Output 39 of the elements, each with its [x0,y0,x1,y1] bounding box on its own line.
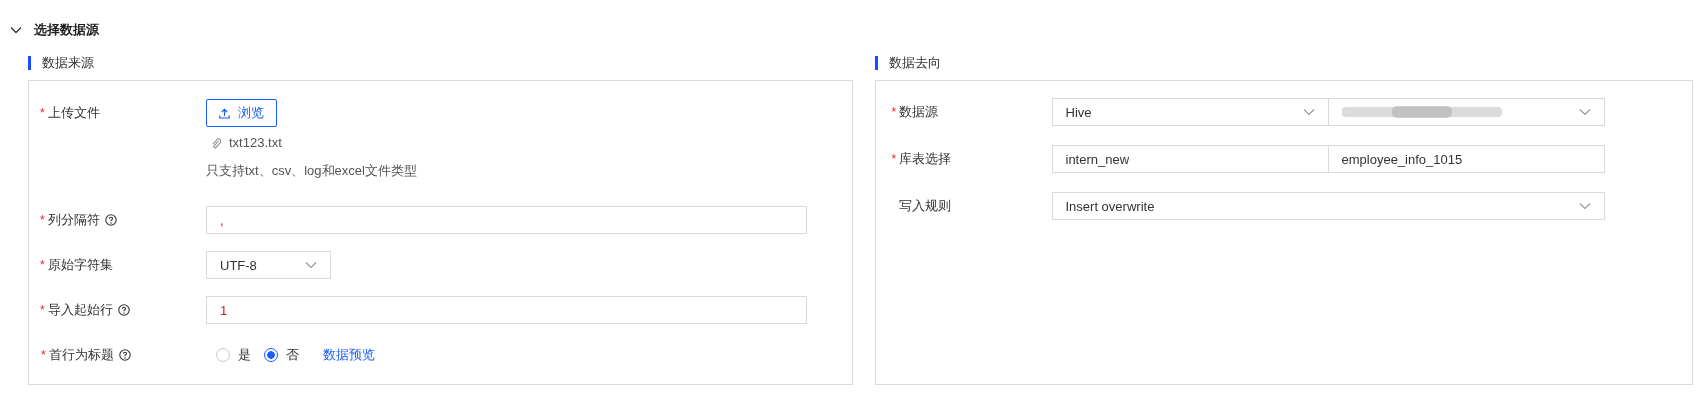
select-field[interactable]: UTF-8 [206,251,331,279]
chevron-down-icon [1578,202,1591,210]
radio-option[interactable]: 否 [263,346,299,364]
field-label: 列分隔符 [47,211,100,229]
section-title[interactable]: 选择数据源 [34,21,99,39]
text-field[interactable]: employee_info_1015 [1328,145,1605,173]
required-mark: * [40,258,45,272]
field-label: 库表选择 [899,150,952,168]
blurred-value-icon [1341,105,1502,119]
required-mark: * [891,152,897,166]
field-label: 导入起始行 [47,301,113,319]
required-mark: * [41,348,46,362]
field-label: 数据源 [899,103,939,121]
select-field[interactable]: Hive [1051,98,1329,126]
required-mark: * [891,105,897,119]
field-label: 写入规则 [898,197,951,215]
field-label: 上传文件 [47,104,100,122]
select-field[interactable] [1328,98,1605,126]
chevron-down-icon [1578,108,1591,116]
text-field[interactable]: intern_new [1051,145,1329,173]
field-label: 原始字符集 [47,256,113,274]
radio-option[interactable]: 是 [215,346,251,364]
chevron-down-icon [1302,108,1315,116]
text-field[interactable]: 1 [206,296,807,324]
required-mark: * [40,106,45,120]
text-field[interactable]: , [206,206,807,234]
select-field[interactable]: Insert overwrite [1051,192,1605,220]
paperclip-icon [211,136,221,149]
chevron-down-icon [305,261,317,269]
panel-title: 数据来源 [28,56,853,70]
required-mark: * [40,213,45,227]
hint-text: 只支持txt、csv、log和excel文件类型 [206,162,417,180]
file-name[interactable]: txt123.txt [229,135,282,150]
panel-title: 数据去向 [874,56,1693,70]
field-label: 首行为标题 [48,346,114,364]
upload-icon [219,107,230,119]
required-mark: * [40,303,45,317]
preview-link[interactable]: 数据预览 [323,346,375,364]
browse-button[interactable]: 浏览 [206,99,277,127]
